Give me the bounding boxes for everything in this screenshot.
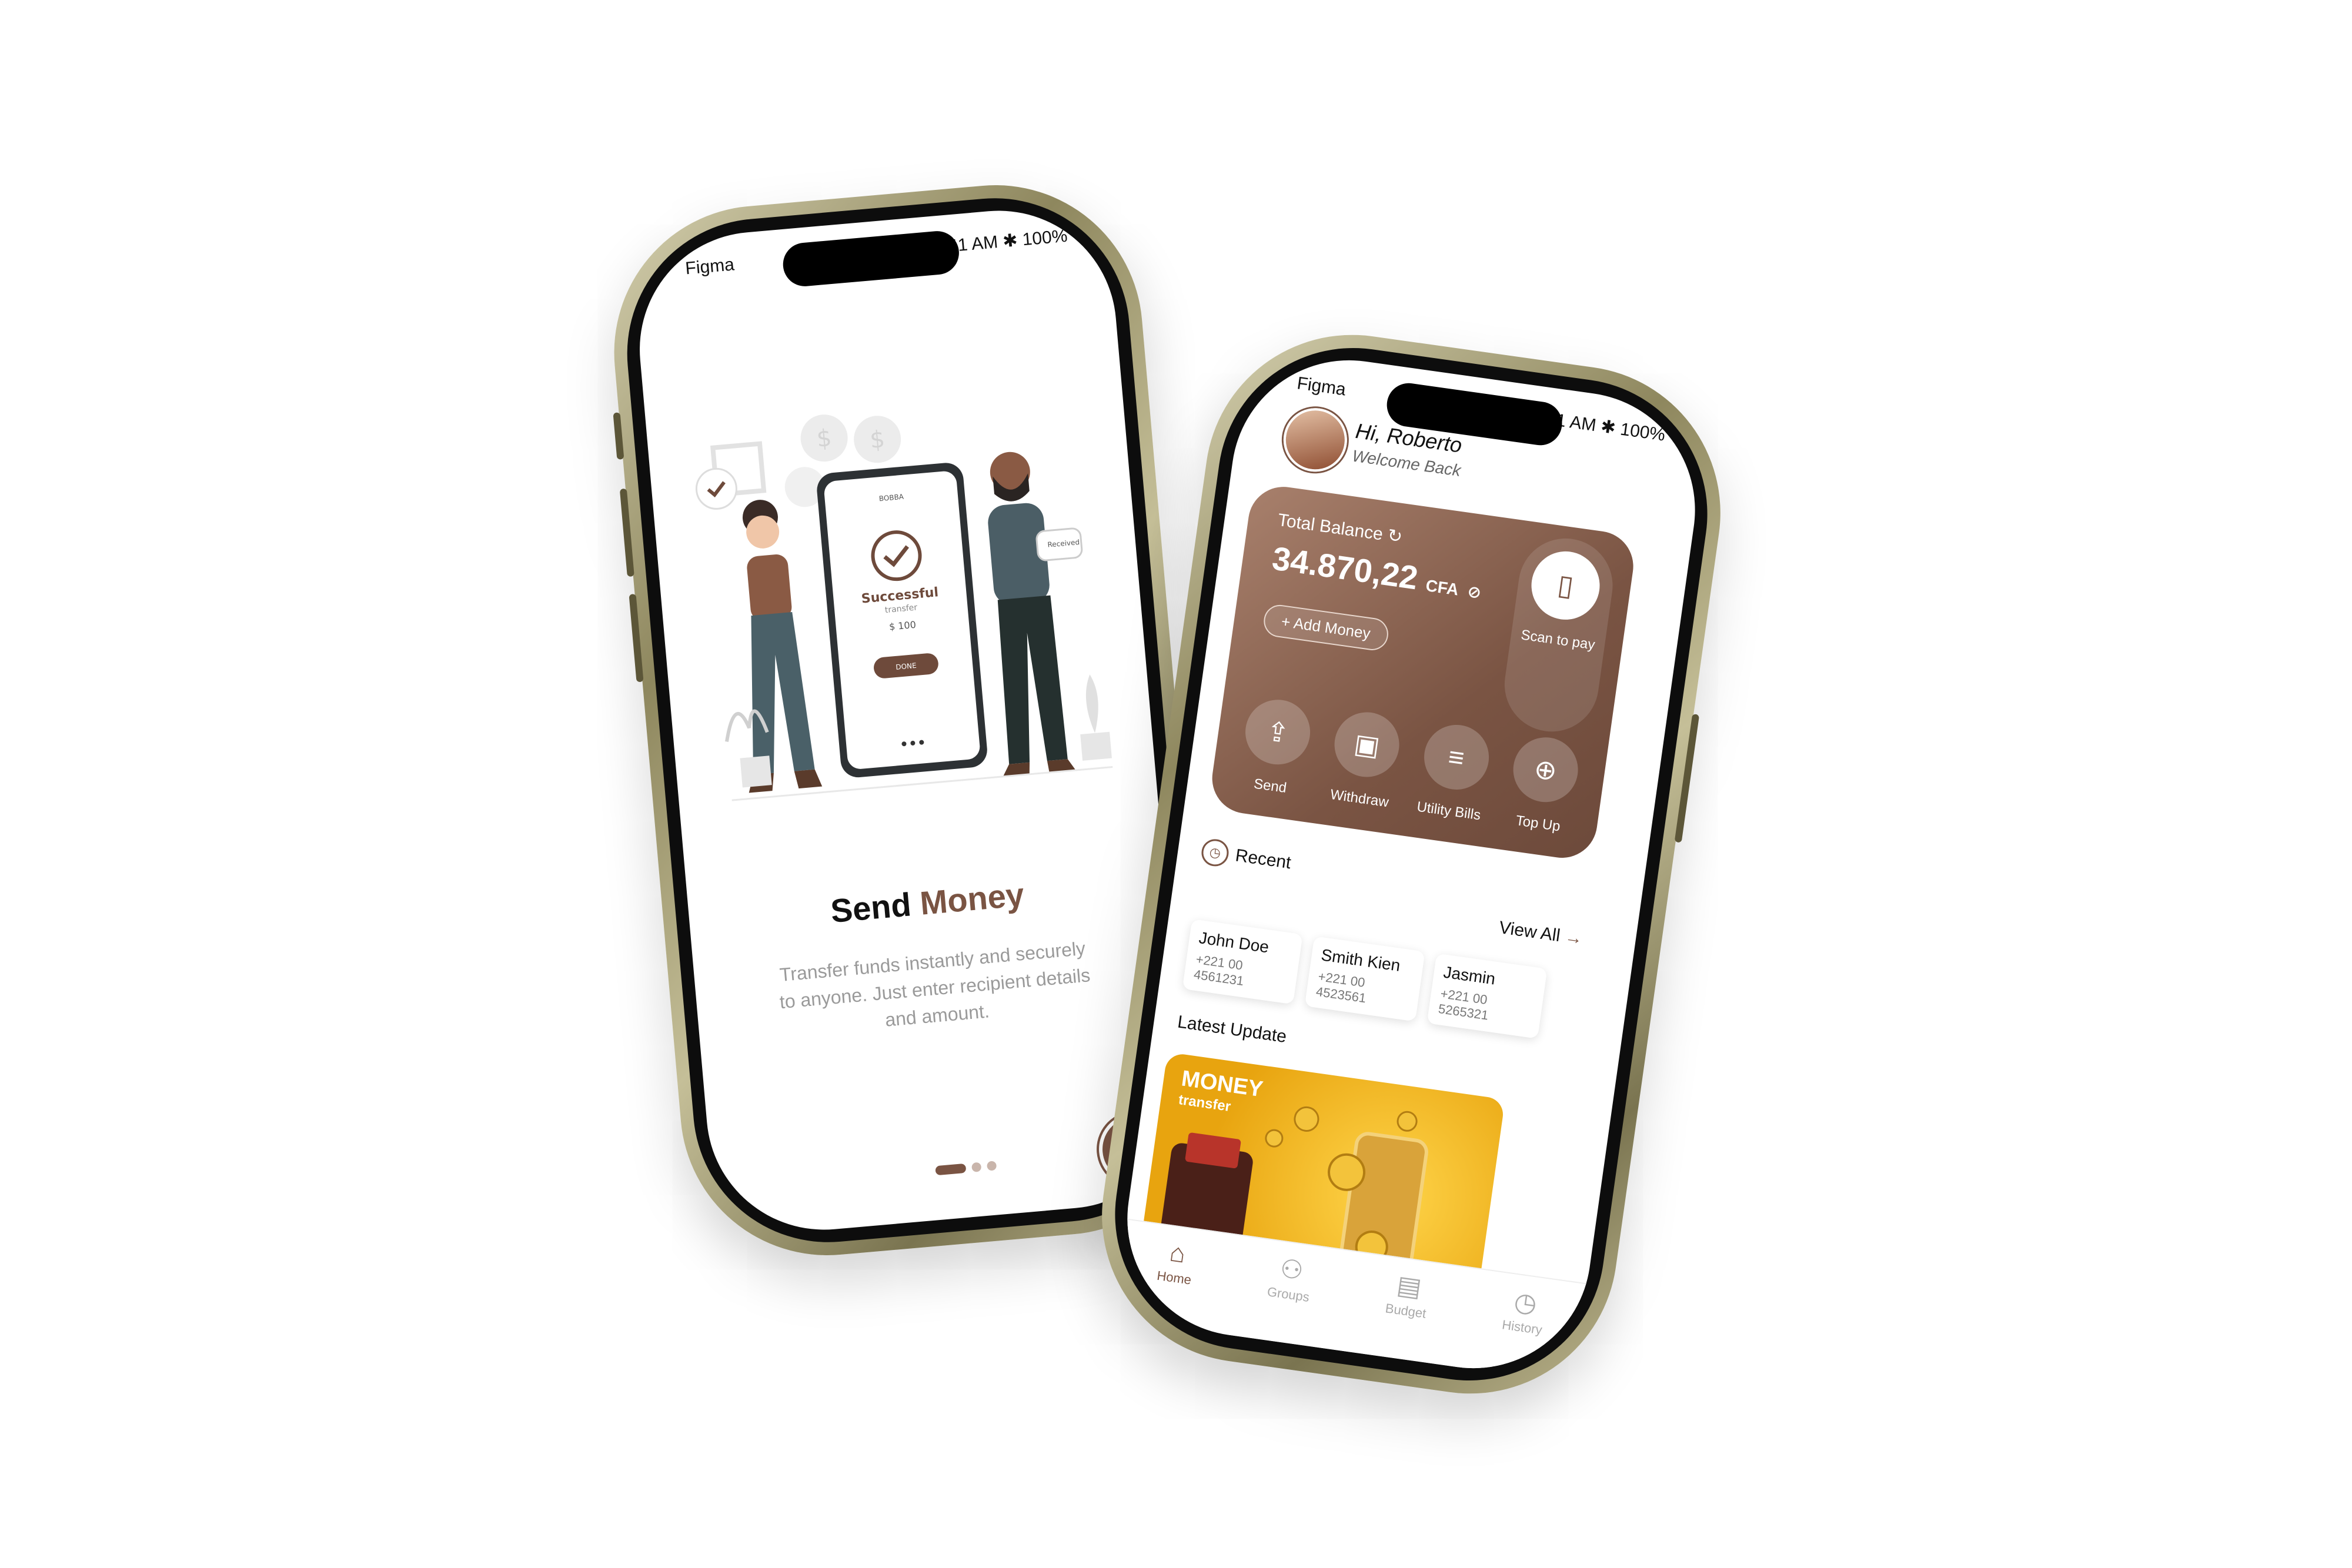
- title-money: Money: [918, 875, 1026, 922]
- home-phone: Figma 9:41 AM ✱ 100% Hi, Roberto Welcome…: [1083, 316, 1740, 1413]
- action-label: Utility Bills: [1415, 798, 1482, 824]
- power-button: [1674, 714, 1700, 843]
- onboarding-title: Send Money: [688, 863, 1167, 943]
- contact-card[interactable]: Smith Kien +221 00 4523561: [1304, 936, 1425, 1022]
- contact-phone: +221 00 4523561: [1315, 968, 1367, 1006]
- svg-text:$: $: [816, 424, 833, 453]
- avatar[interactable]: [1279, 404, 1351, 476]
- groups-icon: ⚇: [1278, 1253, 1305, 1286]
- balance-amount: 34.870,22 CFA ⊘: [1270, 539, 1485, 606]
- add-money-button[interactable]: + Add Money: [1261, 603, 1390, 653]
- balance-label-text: Total Balance: [1277, 510, 1384, 544]
- contact-phone: +221 00 4561231: [1192, 951, 1245, 989]
- contact-card[interactable]: John Doe +221 00 4561231: [1182, 919, 1303, 1005]
- view-all-text: View All: [1498, 918, 1562, 946]
- action-label: Withdraw: [1329, 786, 1390, 811]
- top-up-icon: ⊕: [1509, 733, 1582, 807]
- latest-update-label: Latest Update: [1176, 1012, 1288, 1047]
- status-carrier: Figma: [1295, 373, 1347, 400]
- tab-label: Budget: [1384, 1300, 1428, 1321]
- title-send: Send: [829, 885, 913, 930]
- action-label: Top Up: [1515, 813, 1562, 835]
- onboarding-description: Transfer funds instantly and securely to…: [779, 937, 1091, 1031]
- page-indicator: [935, 1161, 997, 1176]
- balance-card: Total Balance ↻ 34.870,22 CFA ⊘ + Add Mo…: [1207, 482, 1638, 862]
- tab-history[interactable]: ◷ History: [1501, 1285, 1548, 1338]
- tab-groups[interactable]: ⚇ Groups: [1266, 1252, 1315, 1305]
- status-carrier: Figma: [684, 255, 736, 279]
- tab-label: Home: [1156, 1268, 1192, 1288]
- refresh-icon[interactable]: ↻: [1387, 526, 1404, 547]
- withdraw-icon: ▣: [1330, 708, 1404, 781]
- view-all-link[interactable]: View All →: [1498, 918, 1583, 950]
- status-battery: 100%: [1021, 226, 1068, 250]
- arrow-right-icon: →: [1563, 927, 1584, 949]
- tab-label: Groups: [1266, 1284, 1311, 1305]
- hide-balance-icon[interactable]: ⊘: [1466, 582, 1483, 602]
- volume-up-button: [619, 488, 634, 577]
- volume-down-button: [629, 594, 644, 683]
- action-label: Send: [1252, 775, 1288, 797]
- page-dot-3[interactable]: [986, 1161, 997, 1171]
- page-dot-2[interactable]: [971, 1162, 982, 1172]
- home-icon: ⌂: [1168, 1238, 1188, 1269]
- scan-phone-icon: ▯: [1527, 547, 1605, 624]
- tab-budget[interactable]: ▤ Budget: [1384, 1269, 1431, 1322]
- balance-value: 34.870,22: [1269, 539, 1421, 597]
- scan-to-pay-button[interactable]: ▯ Scan to pay: [1498, 532, 1619, 738]
- home-screen: Figma 9:41 AM ✱ 100% Hi, Roberto Welcome…: [1112, 345, 1710, 1383]
- history-icon: ◷: [1512, 1286, 1539, 1319]
- bill-icon: ≡: [1419, 720, 1493, 794]
- action-top-up[interactable]: ⊕ Top Up: [1496, 732, 1591, 838]
- action-withdraw[interactable]: ▣ Withdraw: [1318, 707, 1412, 813]
- send-money-icon: ⇪: [1241, 696, 1315, 769]
- tab-label: History: [1501, 1317, 1544, 1338]
- page-dot-1[interactable]: [935, 1163, 967, 1176]
- dynamic-island: [781, 229, 961, 288]
- contact-phone: +221 00 5265321: [1437, 986, 1489, 1023]
- scan-label: Scan to pay: [1519, 627, 1596, 653]
- status-battery: 100%: [1619, 419, 1667, 445]
- contact-card[interactable]: Jasmin +221 00 5265321: [1426, 953, 1548, 1039]
- recent-header: ◷ Recent: [1200, 837, 1293, 877]
- send-money-illustration: $ $ BOBBA Successful transfer $ 100 DONE: [695, 414, 1113, 801]
- illus-amount-text: $ 100: [888, 619, 916, 633]
- tab-home[interactable]: ⌂ Home: [1156, 1236, 1197, 1288]
- clock-icon: ◷: [1200, 837, 1231, 868]
- svg-text:$: $: [869, 426, 886, 454]
- mute-switch: [613, 412, 624, 460]
- budget-icon: ▤: [1395, 1270, 1424, 1303]
- action-utility-bills[interactable]: ≡ Utility Bills: [1407, 720, 1502, 825]
- action-send[interactable]: ⇪ Send: [1228, 694, 1323, 800]
- recent-label: Recent: [1234, 845, 1292, 873]
- onboarding-screen: Figma 9:41 AM ✱ 100% $ $ BOBBA Successfu…: [630, 200, 1193, 1240]
- balance-currency: CFA: [1424, 576, 1460, 599]
